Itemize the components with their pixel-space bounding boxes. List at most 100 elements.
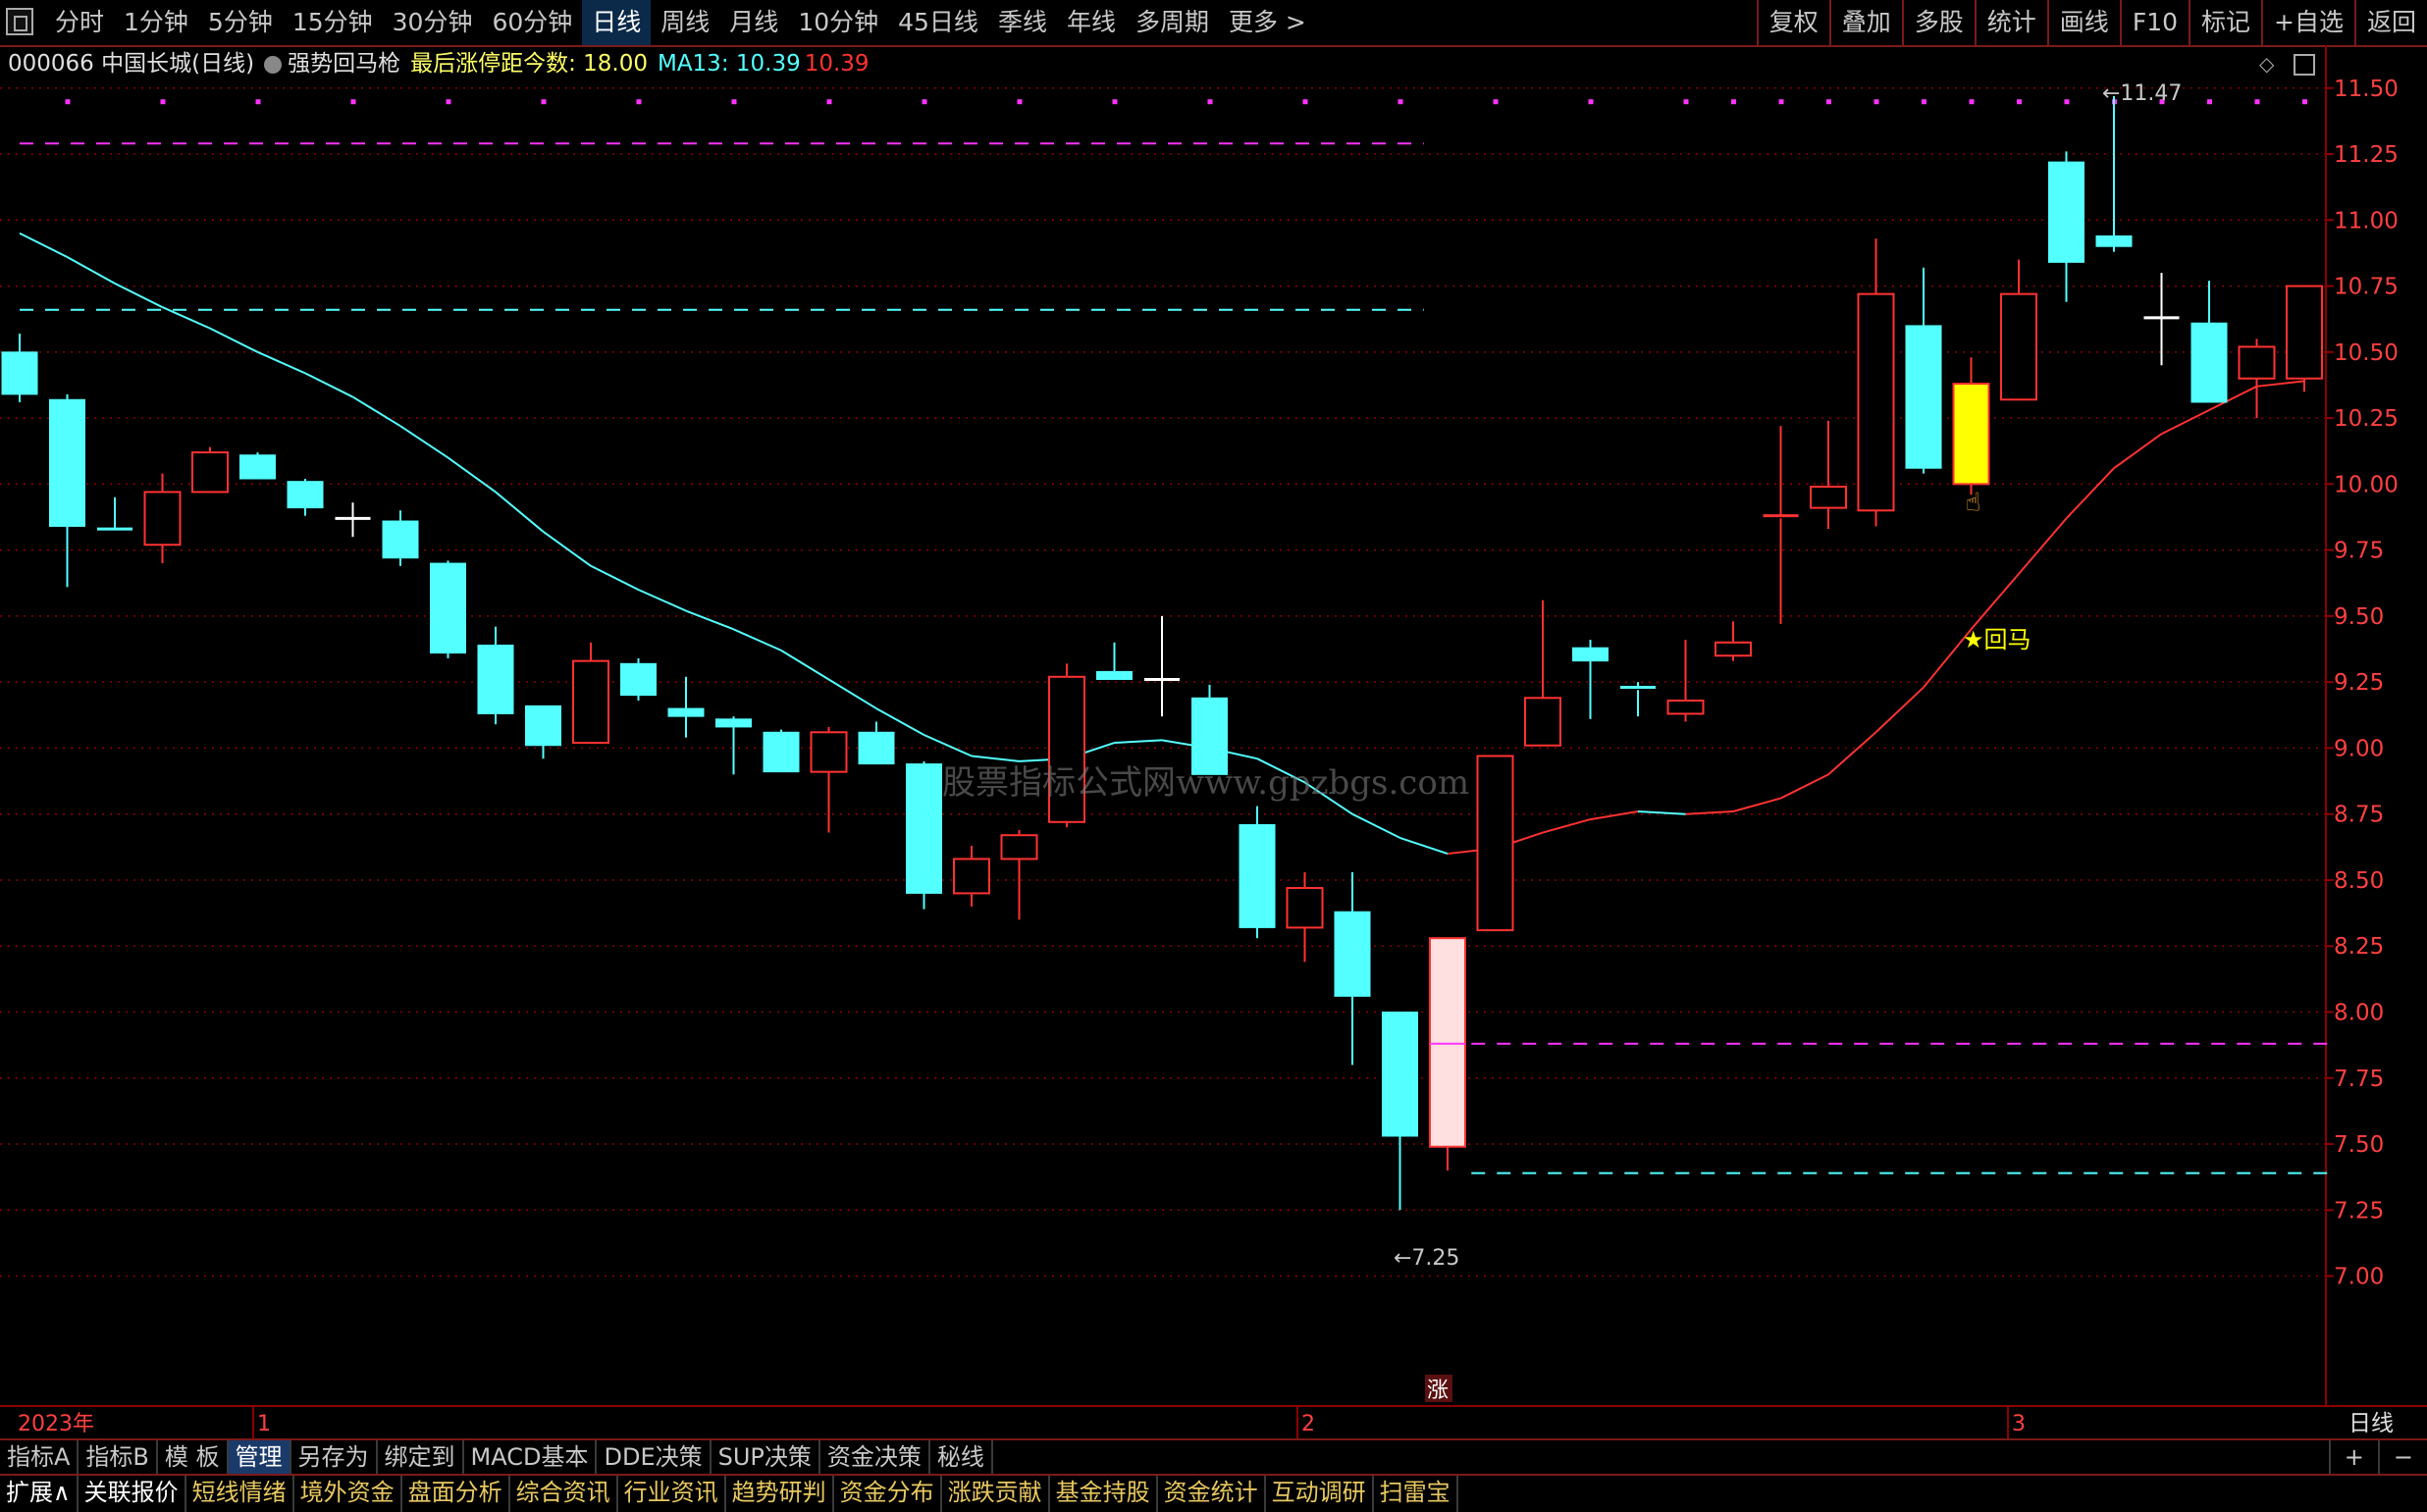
candle-body-down[interactable] [667,707,705,717]
period-tab-5[interactable]: 60分钟 [482,0,582,45]
candle-body-down[interactable] [763,731,800,773]
candle[interactable] [49,393,85,588]
candle-body-up[interactable] [953,858,990,895]
candle[interactable] [906,760,942,910]
candle-body-down[interactable] [382,520,419,559]
candle[interactable] [1905,267,1942,474]
candle[interactable] [1810,420,1847,530]
candle-body-down[interactable] [620,662,657,697]
candle-body-down[interactable] [287,481,324,509]
candle-body-down[interactable] [1334,911,1371,997]
period-tab-12[interactable]: 年线 [1057,0,1126,45]
candle[interactable] [1048,663,1085,828]
extension-tab-6[interactable]: 行业资讯 [618,1476,726,1512]
candle-body-down[interactable] [2095,235,2133,247]
candle[interactable] [1096,642,1133,680]
candle-body-down[interactable] [858,731,895,765]
indicator-tab-3[interactable]: 管理 [228,1440,291,1474]
candle[interactable] [1144,615,1180,717]
candle-body-down[interactable] [477,644,514,714]
indicator-tab-1[interactable]: 指标B [79,1440,158,1474]
candle[interactable] [572,642,609,745]
period-tab-14[interactable]: 更多 > [1219,0,1316,45]
tool-button-3[interactable]: 统计 [1974,0,2047,45]
extension-tab-2[interactable]: 短线情绪 [186,1476,294,1512]
candle[interactable] [2048,151,2084,302]
candle-body-up[interactable] [572,659,609,745]
candle[interactable] [1620,682,1656,717]
candle-body-down[interactable] [239,454,276,480]
extension-tab-8[interactable]: 资金分布 [834,1476,942,1512]
candle[interactable] [1952,357,1990,495]
candle[interactable] [335,502,371,538]
candle[interactable] [191,446,229,494]
extension-tab-13[interactable]: 扫雷宝 [1374,1476,1458,1512]
extension-tab-10[interactable]: 基金持股 [1050,1476,1158,1512]
candle-body-up[interactable] [1000,834,1038,860]
extension-tab-7[interactable]: 趋势研判 [726,1476,834,1512]
add-panel-button[interactable]: + [2328,1440,2378,1474]
candle[interactable] [1286,871,1324,963]
candle[interactable] [1572,640,1609,719]
candle-body-up[interactable] [1666,700,1705,715]
period-tab-9[interactable]: 10分钟 [788,0,888,45]
period-tab-1[interactable]: 1分钟 [114,0,198,45]
extension-tab-5[interactable]: 综合资讯 [510,1476,618,1512]
candle-body-down[interactable] [906,763,942,894]
tool-button-5[interactable]: F10 [2119,0,2189,45]
candle-body-down[interactable] [1096,670,1133,680]
candle-body-down[interactable] [1239,823,1276,928]
candle-body-up[interactable] [1857,292,1895,512]
candle-body-signal[interactable] [1952,383,1990,486]
indicator-tab-6[interactable]: MACD基本 [464,1440,598,1474]
candle[interactable] [97,496,132,532]
extension-tab-0[interactable]: 扩展∧ [0,1476,79,1512]
candle[interactable] [1191,684,1228,775]
remove-panel-button[interactable]: − [2377,1440,2427,1474]
candle[interactable] [2238,339,2276,419]
candle-body-down[interactable] [49,398,85,527]
candle[interactable] [715,716,752,775]
candle-body-up[interactable] [2286,285,2323,380]
tool-button-8[interactable]: 返回 [2353,0,2427,45]
tool-button-4[interactable]: 画线 [2046,0,2120,45]
candle-body-up[interactable] [2000,292,2037,401]
candle-body-up[interactable] [1524,697,1561,747]
candle[interactable] [2286,285,2323,392]
candle-body-down[interactable] [1382,1012,1418,1137]
indicator-tab-9[interactable]: 资金决策 [820,1440,930,1474]
extension-tab-1[interactable]: 关联报价 [79,1476,186,1512]
indicator-tab-7[interactable]: DDE决策 [597,1440,712,1474]
candle[interactable] [1382,1012,1418,1211]
diamond-icon[interactable]: ◇ [2259,52,2275,76]
period-tab-2[interactable]: 5分钟 [198,0,283,45]
extension-tab-9[interactable]: 涨跌贡献 [942,1476,1050,1512]
period-tab-0[interactable]: 分时 [45,0,114,45]
candle[interactable] [1524,600,1561,747]
candle[interactable] [763,729,800,773]
candle-body-up[interactable] [2238,345,2276,380]
candle[interactable] [1,333,38,402]
candle-body-down[interactable] [715,718,752,728]
period-tab-7[interactable]: 周线 [651,0,719,45]
candle-body-down[interactable] [2048,161,2084,263]
candle[interactable] [1000,829,1038,920]
candle[interactable] [430,560,466,658]
period-tab-6[interactable]: 日线 [582,0,652,45]
tool-button-6[interactable]: 标记 [2189,0,2261,45]
candle[interactable] [1715,621,1752,661]
candle[interactable] [1666,640,1705,722]
candle[interactable] [382,510,419,566]
candle[interactable] [2095,95,2133,252]
candle-body-down[interactable] [525,704,561,747]
candle-body-up[interactable] [1715,641,1752,657]
tool-button-7[interactable]: +自选 [2261,0,2354,45]
period-tab-4[interactable]: 30分钟 [383,0,483,45]
period-tab-11[interactable]: 季线 [988,0,1057,45]
tool-button-0[interactable]: 复权 [1756,0,1829,45]
candle[interactable] [2143,273,2180,366]
candle[interactable] [858,721,895,765]
period-tab-10[interactable]: 45日线 [888,0,988,45]
candle-body-up[interactable] [1476,755,1514,932]
candle[interactable] [1476,755,1514,932]
